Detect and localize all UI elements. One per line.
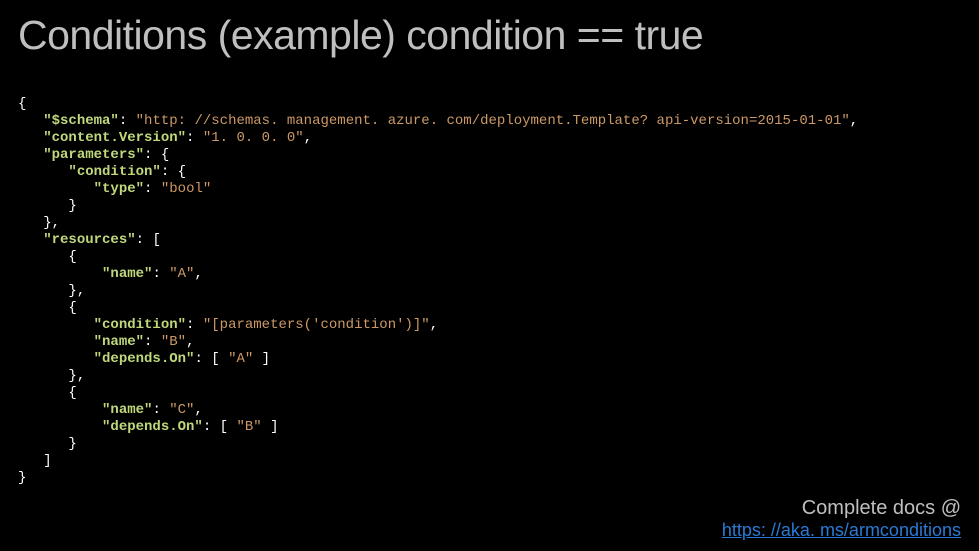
footer-text: Complete docs @: [722, 497, 961, 520]
footer-link[interactable]: https: //aka. ms/armconditions: [722, 520, 961, 540]
code-line: "content.Version": "1. 0. 0. 0",: [18, 130, 961, 147]
code-line: ]: [18, 453, 961, 470]
code-line: }: [18, 198, 961, 215]
footer: Complete docs @ https: //aka. ms/armcond…: [722, 497, 961, 541]
code-line: "name": "A",: [18, 266, 961, 283]
code-line: },: [18, 215, 961, 232]
code-block: { "$schema": "http: //schemas. managemen…: [18, 96, 961, 487]
code-line: "parameters": {: [18, 147, 961, 164]
code-line: "condition": {: [18, 164, 961, 181]
code-line: "depends.On": [ "A" ]: [18, 351, 961, 368]
code-line: },: [18, 368, 961, 385]
title-text: Conditions (example) condition == true: [18, 12, 703, 59]
code-line: "name": "C",: [18, 402, 961, 419]
slide-title: Conditions (example) condition == true: [18, 8, 961, 70]
code-line: {: [18, 96, 961, 113]
code-line: {: [18, 249, 961, 266]
code-line: "type": "bool": [18, 181, 961, 198]
code-line: "name": "B",: [18, 334, 961, 351]
code-line: "depends.On": [ "B" ]: [18, 419, 961, 436]
code-line: "condition": "[parameters('condition')]"…: [18, 317, 961, 334]
code-line: "resources": [: [18, 232, 961, 249]
code-line: {: [18, 300, 961, 317]
code-line: {: [18, 385, 961, 402]
code-line: "$schema": "http: //schemas. management.…: [18, 113, 961, 130]
code-line: }: [18, 470, 961, 487]
code-line: },: [18, 283, 961, 300]
code-line: }: [18, 436, 961, 453]
